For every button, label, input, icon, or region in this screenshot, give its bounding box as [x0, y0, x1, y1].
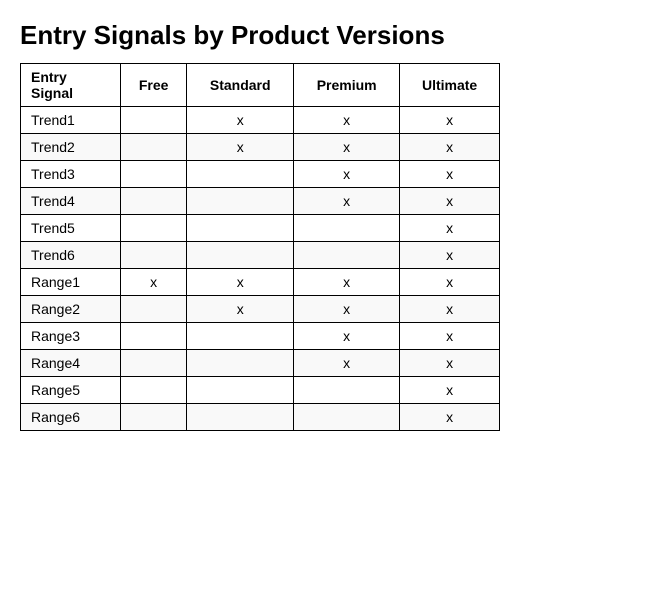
cell-2-ultimate: x — [400, 161, 500, 188]
cell-11-premium — [294, 404, 400, 431]
table-row: Trend3 xx — [21, 161, 500, 188]
cell-0-ultimate: x — [400, 107, 500, 134]
cell-1-free — [121, 134, 187, 161]
cell-4-standard — [187, 215, 294, 242]
cell-10-standard — [187, 377, 294, 404]
table-row: Trend1xxx — [21, 107, 500, 134]
signals-table: Entry Signal Free Standard Premium Ultim… — [20, 63, 500, 431]
cell-0-standard: x — [187, 107, 294, 134]
cell-4-ultimate: x — [400, 215, 500, 242]
cell-11-ultimate: x — [400, 404, 500, 431]
cell-4-free — [121, 215, 187, 242]
cell-11-standard — [187, 404, 294, 431]
cell-4-premium — [294, 215, 400, 242]
cell-1-standard: x — [187, 134, 294, 161]
cell-9-signal: Range4 — [21, 350, 121, 377]
cell-1-signal: Trend2 — [21, 134, 121, 161]
cell-1-premium: x — [294, 134, 400, 161]
cell-3-signal: Trend4 — [21, 188, 121, 215]
cell-10-signal: Range5 — [21, 377, 121, 404]
cell-11-free — [121, 404, 187, 431]
cell-5-ultimate: x — [400, 242, 500, 269]
cell-3-standard — [187, 188, 294, 215]
cell-7-signal: Range2 — [21, 296, 121, 323]
cell-1-ultimate: x — [400, 134, 500, 161]
cell-5-standard — [187, 242, 294, 269]
table-row: Trend5 x — [21, 215, 500, 242]
cell-0-free — [121, 107, 187, 134]
col-header-signal: Entry Signal — [21, 64, 121, 107]
table-row: Trend6 x — [21, 242, 500, 269]
table-row: Range2xxx — [21, 296, 500, 323]
cell-5-free — [121, 242, 187, 269]
cell-0-signal: Trend1 — [21, 107, 121, 134]
cell-2-standard — [187, 161, 294, 188]
table-row: Range1xxxx — [21, 269, 500, 296]
cell-6-standard: x — [187, 269, 294, 296]
cell-7-premium: x — [294, 296, 400, 323]
cell-0-premium: x — [294, 107, 400, 134]
col-header-ultimate: Ultimate — [400, 64, 500, 107]
cell-2-signal: Trend3 — [21, 161, 121, 188]
table-row: Range3 xx — [21, 323, 500, 350]
cell-4-signal: Trend5 — [21, 215, 121, 242]
table-row: Trend4 xx — [21, 188, 500, 215]
cell-8-premium: x — [294, 323, 400, 350]
cell-8-free — [121, 323, 187, 350]
cell-6-signal: Range1 — [21, 269, 121, 296]
cell-9-premium: x — [294, 350, 400, 377]
cell-7-ultimate: x — [400, 296, 500, 323]
col-header-free: Free — [121, 64, 187, 107]
table-row: Range5 x — [21, 377, 500, 404]
col-header-premium: Premium — [294, 64, 400, 107]
cell-5-signal: Trend6 — [21, 242, 121, 269]
cell-8-standard — [187, 323, 294, 350]
cell-5-premium — [294, 242, 400, 269]
cell-10-ultimate: x — [400, 377, 500, 404]
cell-10-free — [121, 377, 187, 404]
cell-3-ultimate: x — [400, 188, 500, 215]
cell-9-ultimate: x — [400, 350, 500, 377]
cell-9-standard — [187, 350, 294, 377]
cell-11-signal: Range6 — [21, 404, 121, 431]
cell-10-premium — [294, 377, 400, 404]
table-header-row: Entry Signal Free Standard Premium Ultim… — [21, 64, 500, 107]
cell-2-premium: x — [294, 161, 400, 188]
cell-8-signal: Range3 — [21, 323, 121, 350]
cell-8-ultimate: x — [400, 323, 500, 350]
table-row: Range6 x — [21, 404, 500, 431]
page-title: Entry Signals by Product Versions — [20, 20, 641, 51]
col-header-standard: Standard — [187, 64, 294, 107]
table-row: Range4 xx — [21, 350, 500, 377]
cell-2-free — [121, 161, 187, 188]
cell-6-premium: x — [294, 269, 400, 296]
cell-6-free: x — [121, 269, 187, 296]
cell-9-free — [121, 350, 187, 377]
cell-7-standard: x — [187, 296, 294, 323]
cell-7-free — [121, 296, 187, 323]
cell-6-ultimate: x — [400, 269, 500, 296]
table-row: Trend2xxx — [21, 134, 500, 161]
cell-3-free — [121, 188, 187, 215]
cell-3-premium: x — [294, 188, 400, 215]
